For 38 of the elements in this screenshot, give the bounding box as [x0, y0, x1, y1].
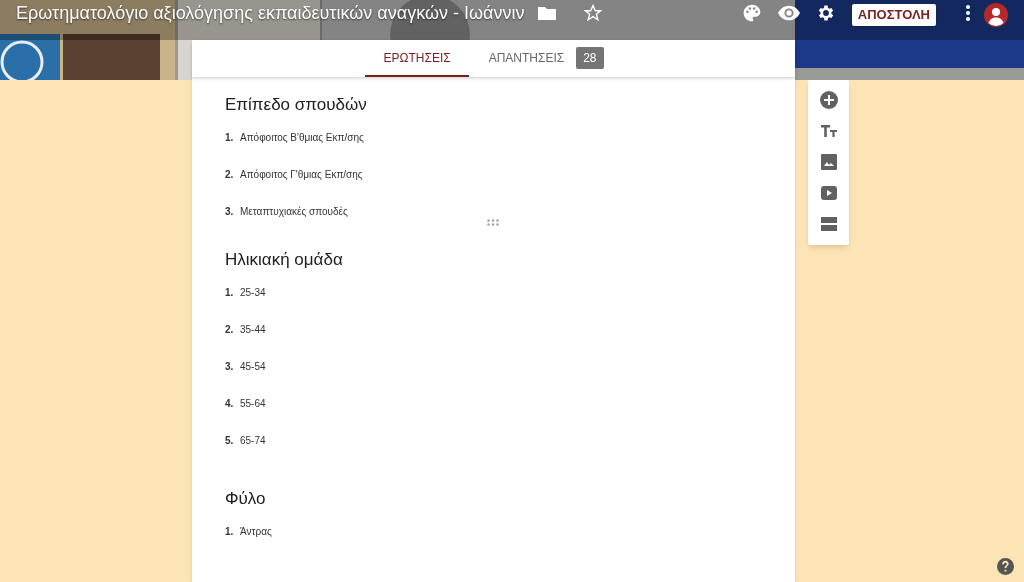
drag-handle-icon[interactable] [487, 219, 499, 226]
option-number: 5. [225, 433, 235, 448]
avatar-icon[interactable] [984, 3, 1008, 27]
palette-icon[interactable] [741, 3, 762, 23]
option-text: Άντρας [240, 524, 272, 539]
image-icon[interactable] [819, 153, 838, 171]
question-title: Φύλο [225, 488, 266, 510]
help-icon[interactable] [997, 558, 1014, 575]
option-text: Απόφοιτος Γ'θμιας Εκπ/σης [240, 167, 363, 182]
option-number: 2. [225, 322, 235, 337]
add-icon[interactable] [819, 91, 838, 109]
option-number: 3. [225, 204, 235, 219]
star-icon[interactable] [584, 4, 603, 22]
option-text: 45-54 [240, 359, 266, 374]
option-number: 4. [225, 396, 235, 411]
eye-icon[interactable] [777, 5, 800, 21]
option-number: 2. [225, 167, 235, 182]
option-text: 65-74 [240, 433, 266, 448]
question-title: Ηλικιακή ομάδα [225, 249, 343, 271]
question-title: Επίπεδο σπουδών [225, 94, 367, 116]
count-badge: 28 [576, 46, 604, 69]
option-text: Απόφοιτος Β'θμιας Εκπ/σης [240, 130, 364, 145]
option-text: 55-64 [240, 396, 266, 411]
option-number: 3. [225, 359, 235, 374]
option-number: 1. [225, 130, 235, 145]
option-number: 1. [225, 285, 235, 300]
title-text-icon[interactable] [819, 122, 838, 140]
option-text: 35-44 [240, 322, 266, 337]
more-icon[interactable] [966, 5, 970, 21]
tab[interactable]: ΑΠΑΝΤΗΣΕΙΣ 28 [470, 40, 622, 77]
folder-icon[interactable] [538, 6, 557, 20]
option-number: 1. [225, 524, 235, 539]
form-title[interactable]: Ερωτηματολόγιο αξιολόγησης εκπαιδευτικών αναγκών - Ιωάννιν [16, 0, 525, 27]
tab[interactable]: ΕΡΩΤΗΣΕΙΣ [365, 40, 469, 77]
option-text: Μεταπτυχιακές σπουδές [240, 204, 348, 219]
option-text: 25-34 [240, 285, 266, 300]
section-icon[interactable] [819, 215, 838, 233]
video-icon[interactable] [819, 184, 838, 202]
